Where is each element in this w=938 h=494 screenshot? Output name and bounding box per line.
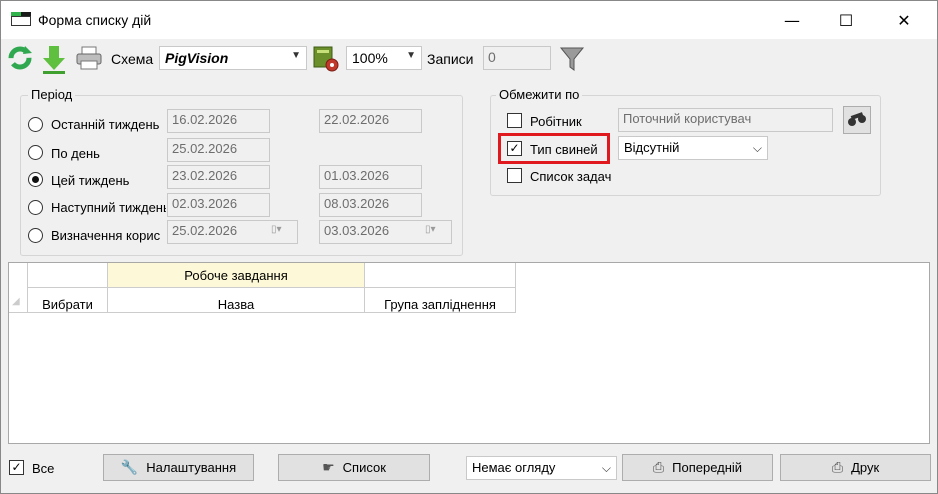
scheme-select[interactable]: PigVision ▼ — [159, 46, 307, 70]
print-icon[interactable] — [75, 45, 103, 71]
filter-icon[interactable] — [559, 45, 585, 73]
custom-from-date[interactable]: 25.02.2026 ▯▾ — [167, 220, 298, 244]
restrict-group-title: Обмежити по — [496, 87, 583, 102]
custom-from-value: 25.02.2026 — [172, 223, 238, 238]
custom-to-value: 03.03.2026 — [324, 223, 390, 238]
title-bar: Форма списку дій — ☐ ✕ — [1, 1, 937, 39]
radio-next-week[interactable] — [28, 200, 43, 215]
minimize-button[interactable]: — — [769, 1, 815, 39]
view-select[interactable]: Немає огляду ⌵ — [466, 456, 617, 480]
task-list-checkbox[interactable] — [507, 168, 522, 183]
task-list-label: Список задач — [530, 169, 612, 184]
calendar-icon[interactable]: ▯▾ — [425, 224, 447, 238]
settings-button-label: Налаштування — [146, 460, 237, 475]
printer-icon: ⎙ — [831, 459, 844, 476]
pig-type-value: Відсутній — [624, 140, 680, 155]
minimize-icon: — — [784, 10, 800, 30]
chevron-down-icon: ▼ — [291, 50, 301, 61]
this-week-to: 01.03.2026 — [319, 165, 422, 189]
column-header-insemination-group[interactable]: Група запліднення — [365, 288, 516, 313]
by-day-date: 25.02.2026 — [167, 138, 270, 162]
worker-label: Робітник — [530, 114, 582, 129]
print-button-label: Друк — [851, 460, 880, 475]
scheme-settings-icon[interactable] — [312, 43, 340, 73]
window-title: Форма списку дій — [38, 12, 152, 28]
last-week-from: 16.02.2026 — [167, 109, 270, 133]
radio-last-week-label: Останній тиждень — [51, 117, 160, 132]
radio-last-week[interactable] — [28, 117, 43, 132]
chevron-down-icon: ▼ — [406, 50, 416, 61]
select-all-checkbox[interactable]: ✓ — [9, 460, 24, 475]
pig-type-highlight — [498, 133, 610, 164]
zoom-select[interactable]: 100% ▼ — [346, 46, 422, 70]
this-week-from: 23.02.2026 — [167, 165, 270, 189]
checkmark-icon: ✓ — [11, 460, 22, 474]
next-week-from: 02.03.2026 — [167, 193, 270, 217]
column-header-name[interactable]: Назва — [108, 288, 365, 313]
previous-button-label: Попередній — [672, 460, 743, 475]
settings-button[interactable]: 🔧 Налаштування — [103, 454, 254, 481]
task-grid[interactable]: ◢ Робоче завдання Вибрати Назва Група за… — [8, 262, 930, 444]
radio-by-day[interactable] — [28, 145, 43, 160]
corner-triangle-icon: ◢ — [12, 296, 20, 307]
previous-button[interactable]: ⎙ Попередній — [622, 454, 773, 481]
column-header-select[interactable]: Вибрати — [28, 288, 108, 313]
worker-checkbox[interactable] — [507, 113, 522, 128]
radio-by-day-label: По день — [51, 146, 100, 161]
hand-icon: ☛ — [322, 459, 335, 476]
records-count: 0 — [483, 46, 551, 70]
radio-this-week-label: Цей тиждень — [51, 173, 130, 188]
radio-custom-period[interactable] — [28, 228, 43, 243]
select-all-label: Все — [32, 461, 55, 476]
maximize-icon: ☐ — [838, 10, 854, 30]
radio-custom-period-label: Визначення корис — [51, 228, 161, 243]
chevron-down-icon: ⌵ — [601, 461, 611, 475]
group-header-work-task: Робоче завдання — [108, 263, 365, 288]
period-group-title: Період — [28, 87, 76, 102]
list-button[interactable]: ☛ Список — [278, 454, 430, 481]
last-week-to: 22.02.2026 — [319, 109, 422, 133]
records-label: Записи — [427, 51, 474, 67]
print-button[interactable]: ⎙ Друк — [780, 454, 931, 481]
pig-type-select[interactable]: Відсутній ⌵ — [618, 136, 768, 160]
print-preview-icon: ⎙ — [652, 459, 665, 476]
radio-next-week-label: Наступний тиждень — [51, 200, 166, 215]
next-week-to: 08.03.2026 — [319, 193, 422, 217]
empty-group-header-right — [365, 263, 516, 288]
action-list-window: Форма списку дій — ☐ ✕ Схема PigVision ▼ — [0, 0, 938, 494]
scheme-value: PigVision — [165, 50, 229, 66]
app-icon — [11, 12, 31, 26]
empty-group-header — [28, 263, 108, 288]
radio-this-week[interactable] — [28, 172, 43, 187]
list-button-label: Список — [342, 460, 386, 475]
maximize-button[interactable]: ☐ — [823, 1, 869, 39]
custom-to-date[interactable]: 03.03.2026 ▯▾ — [319, 220, 452, 244]
chevron-down-icon: ⌵ — [752, 141, 762, 155]
download-icon[interactable] — [41, 44, 67, 74]
wrench-icon: 🔧 — [120, 459, 139, 476]
toolbar: Схема PigVision ▼ 100% ▼ Записи 0 — [1, 39, 937, 79]
view-select-value: Немає огляду — [472, 460, 556, 475]
calendar-icon[interactable]: ▯▾ — [271, 224, 293, 238]
refresh-icon[interactable] — [7, 45, 33, 71]
worker-field: Поточний користувач — [618, 108, 833, 132]
close-icon: ✕ — [897, 10, 911, 30]
binoculars-button[interactable] — [843, 106, 871, 134]
zoom-value: 100% — [352, 50, 388, 66]
scheme-label: Схема — [111, 51, 154, 67]
close-button[interactable]: ✕ — [881, 1, 927, 39]
row-header-corner: ◢ — [9, 263, 28, 313]
